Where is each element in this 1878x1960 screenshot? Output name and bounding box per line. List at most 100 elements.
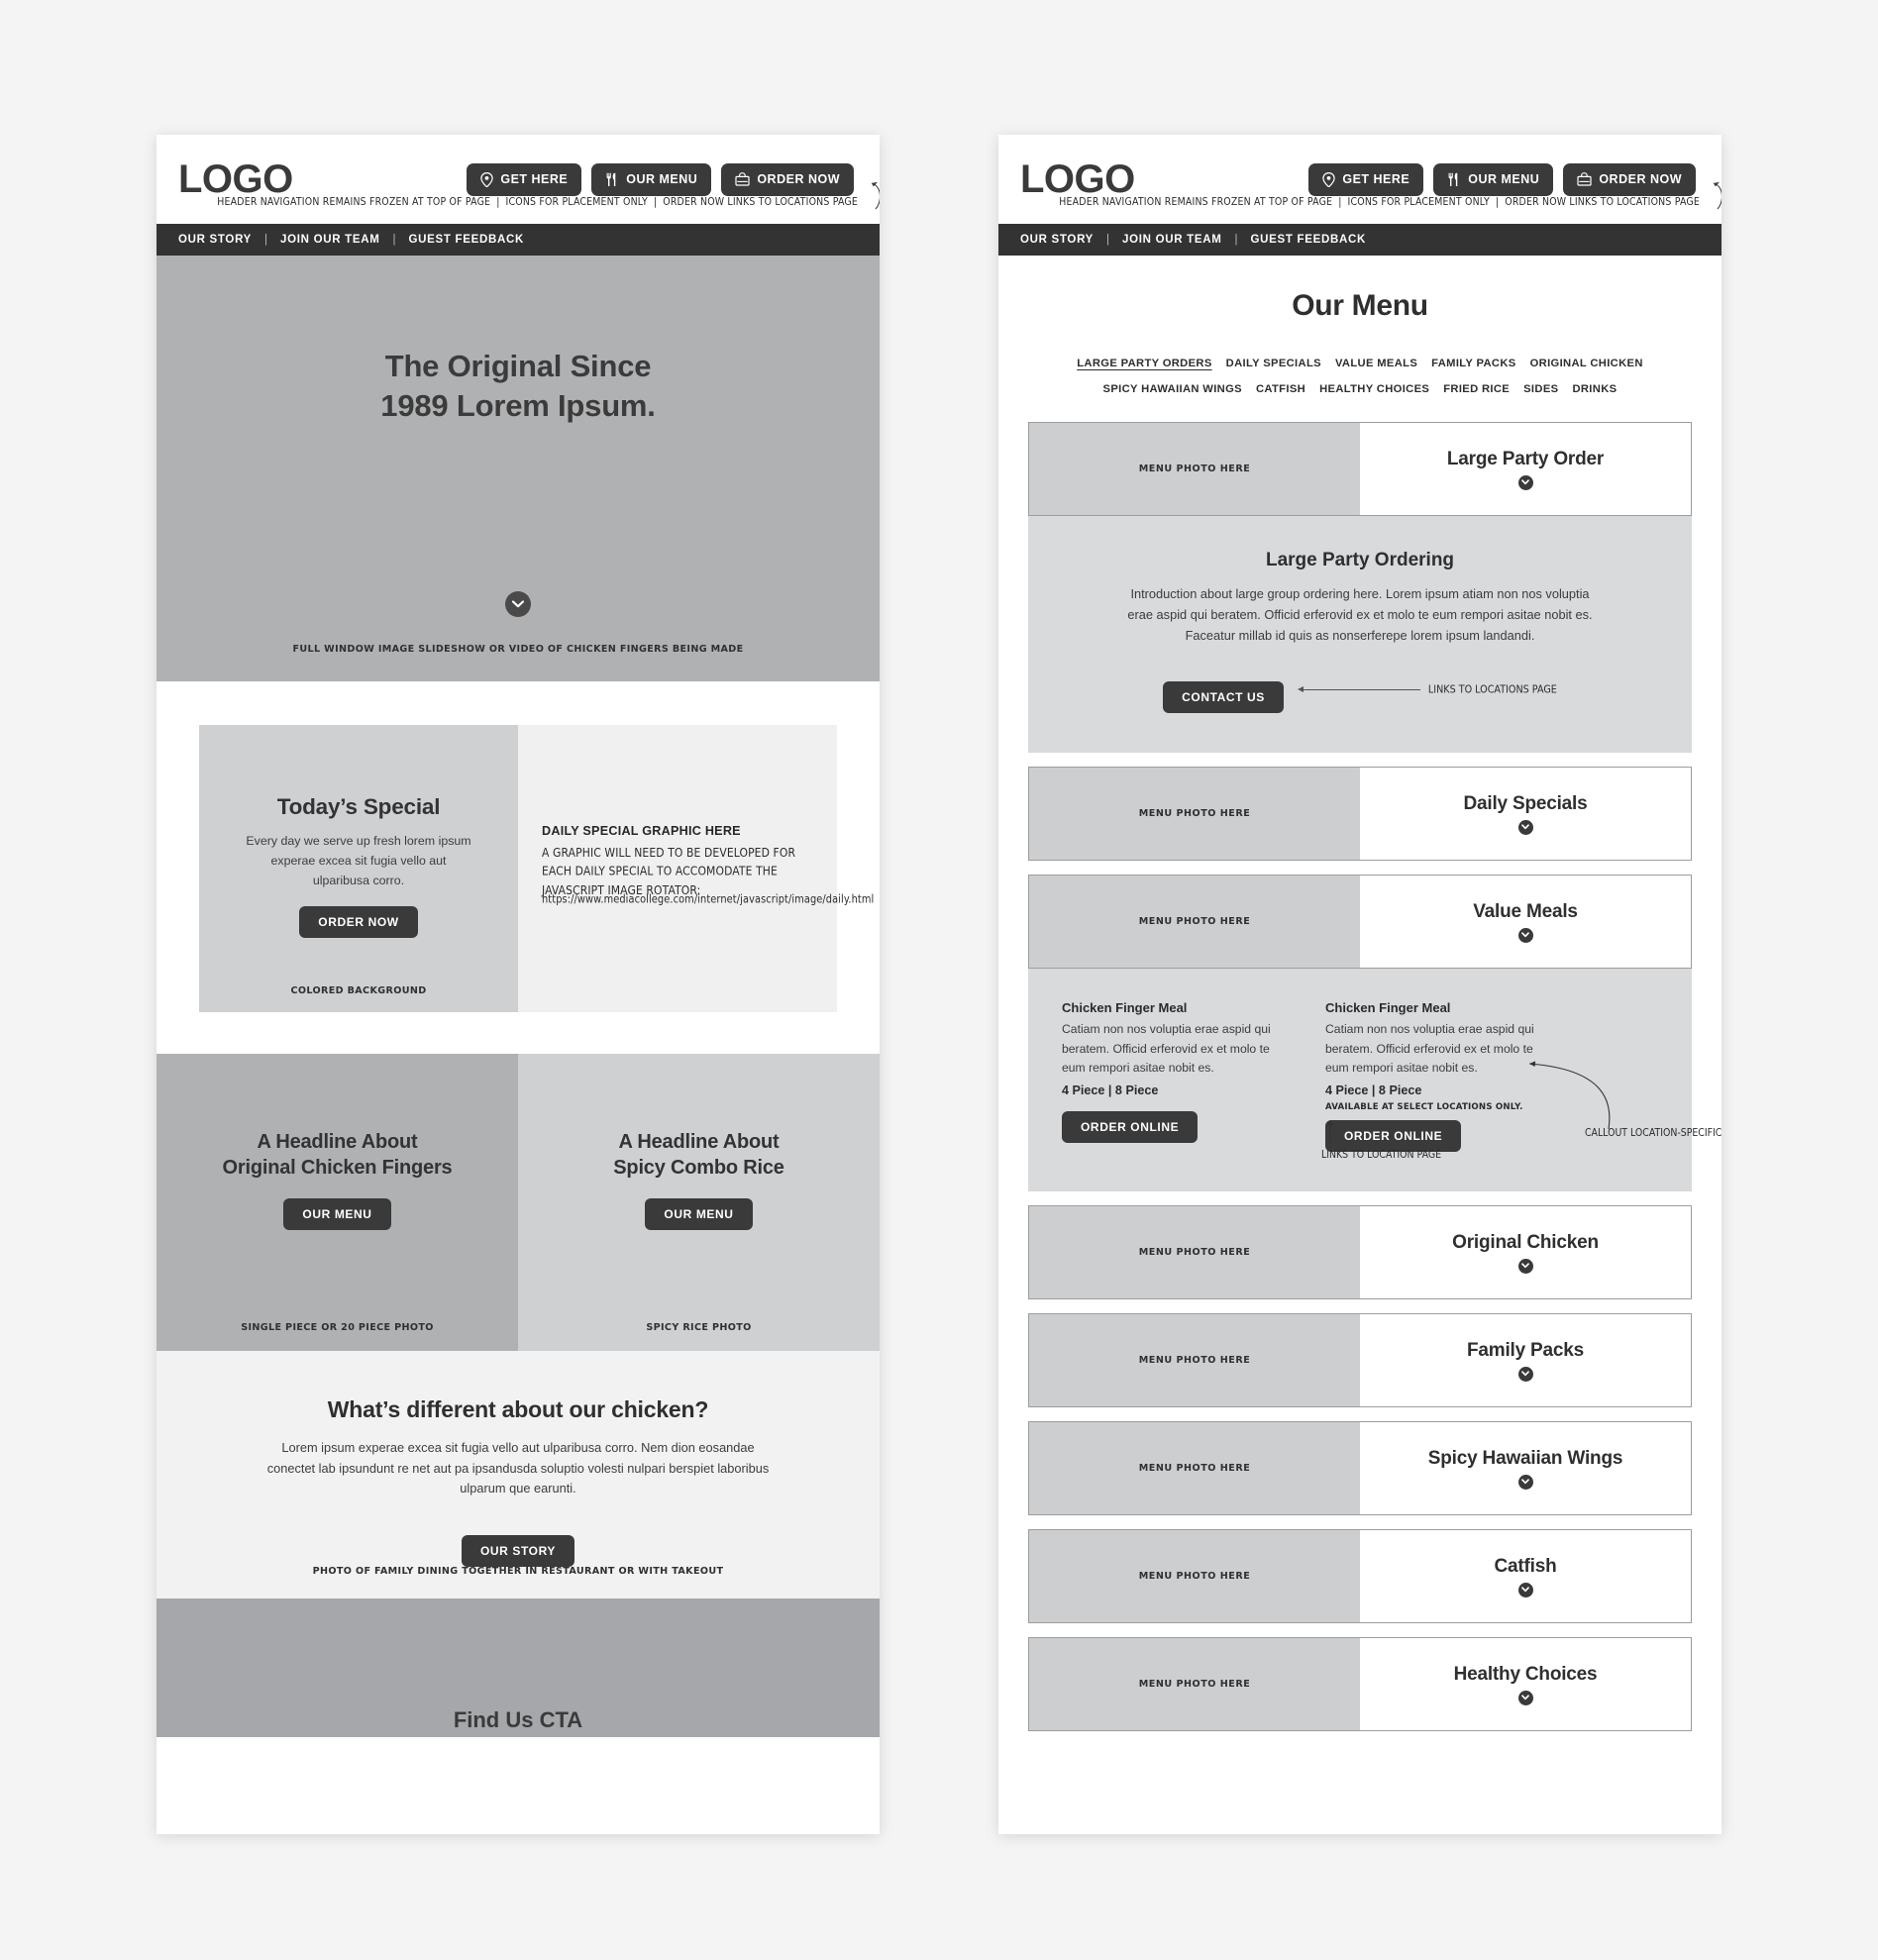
menu-category-original-chicken[interactable]: ORIGINAL CHICKEN: [1530, 358, 1643, 369]
accordion-row-catfish[interactable]: MENU PHOTO HERE Catfish: [1028, 1529, 1692, 1624]
daily-special-graphic-url: https://www.mediacollege.com/internet/ja…: [542, 893, 875, 907]
nav-separator: |: [392, 234, 396, 246]
menu-category-daily-specials[interactable]: DAILY SPECIALS: [1226, 358, 1321, 369]
our-menu-button[interactable]: OUR MENU: [1433, 162, 1554, 196]
hero-headline-line1: The Original Since: [384, 349, 652, 383]
menu-photo-placeholder: MENU PHOTO HERE: [1029, 423, 1360, 516]
order-now-cta-button[interactable]: ORDER NOW: [299, 906, 418, 939]
our-menu-cta-button[interactable]: OUR MENU: [283, 1198, 391, 1230]
primary-nav: OUR STORY | JOIN OUR TEAM | GUEST FEEDBA…: [156, 224, 880, 256]
accordion-title: Spicy Hawaiian Wings: [1427, 1447, 1623, 1469]
chevron-down-circle-icon[interactable]: [1517, 474, 1533, 490]
get-here-label: GET HERE: [1342, 172, 1410, 186]
menu-photo-label: MENU PHOTO HERE: [1138, 464, 1251, 475]
annotation-separator: |: [496, 196, 500, 209]
accordion-row-family-packs[interactable]: MENU PHOTO HERE Family Packs: [1028, 1313, 1692, 1408]
location-pin-icon: [1322, 171, 1336, 187]
feature-headline-line2: Original Chicken Fingers: [222, 1157, 453, 1179]
accordion-label-wrap: Spicy Hawaiian Wings: [1360, 1422, 1691, 1514]
whats-different-caption: PHOTO OF FAMILY DINING TOGETHER IN RESTA…: [312, 1566, 724, 1577]
logo: LOGO: [1020, 157, 1135, 201]
order-online-button[interactable]: ORDER ONLINE: [1062, 1111, 1199, 1144]
menu-accordion-list: MENU PHOTO HERE Large Party Order Large …: [998, 422, 1722, 1765]
accordion-row-original-chicken[interactable]: MENU PHOTO HERE Original Chicken: [1028, 1205, 1692, 1300]
nav-item-join-our-team[interactable]: JOIN OUR TEAM: [280, 234, 379, 246]
menu-photo-placeholder: MENU PHOTO HERE: [1029, 876, 1360, 969]
accordion-row-large-party-order[interactable]: MENU PHOTO HERE Large Party Order: [1028, 422, 1692, 517]
menu-category-large-party-orders[interactable]: LARGE PARTY ORDERS: [1077, 358, 1211, 369]
annotation-frozen-nav: HEADER NAVIGATION REMAINS FROZEN AT TOP …: [217, 196, 491, 209]
order-now-button[interactable]: ORDER NOW: [1563, 162, 1696, 196]
chevron-down-circle-icon[interactable]: [1517, 1258, 1533, 1274]
nav-item-join-our-team[interactable]: JOIN OUR TEAM: [1122, 234, 1221, 246]
menu-category-spicy-hawaiian-wings[interactable]: SPICY HAWAIIAN WINGS: [1103, 383, 1242, 395]
menu-category-healthy-choices[interactable]: HEALTHY CHOICES: [1319, 383, 1429, 395]
accordion-title: Catfish: [1494, 1555, 1557, 1577]
page-title: Our Menu: [1292, 289, 1428, 322]
find-us-cta-title: Find Us CTA: [453, 1707, 583, 1732]
order-now-label: ORDER NOW: [1599, 172, 1682, 186]
our-menu-button[interactable]: OUR MENU: [591, 162, 712, 196]
menu-category-drinks[interactable]: DRINKS: [1572, 383, 1617, 395]
chevron-down-circle-icon[interactable]: [1517, 1474, 1533, 1490]
fork-knife-icon: [605, 172, 619, 187]
shopping-bag-icon: [1577, 172, 1592, 186]
accordion-row-healthy-choices[interactable]: MENU PHOTO HERE Healthy Choices: [1028, 1637, 1692, 1732]
colored-background-caption: COLORED BACKGROUND: [290, 985, 427, 996]
accordion-title: Daily Specials: [1463, 792, 1588, 814]
our-menu-label: OUR MENU: [626, 172, 698, 186]
menu-category-family-packs[interactable]: FAMILY PACKS: [1431, 358, 1515, 369]
accordion-label-wrap: Catfish: [1360, 1530, 1691, 1622]
nav-item-guest-feedback[interactable]: GUEST FEEDBACK: [1251, 234, 1367, 246]
nav-item-our-story[interactable]: OUR STORY: [178, 234, 252, 246]
menu-photo-placeholder: MENU PHOTO HERE: [1029, 1638, 1360, 1731]
feature-column-original-chicken: A Headline About Original Chicken Finger…: [156, 1054, 518, 1351]
menu-category-value-meals[interactable]: VALUE MEALS: [1335, 358, 1417, 369]
get-here-button[interactable]: GET HERE: [467, 162, 582, 196]
accordion-label-wrap: Family Packs: [1360, 1314, 1691, 1406]
hero-headline: The Original Since 1989 Lorem Ipsum.: [380, 347, 656, 425]
todays-special-title: Today’s Special: [276, 794, 441, 819]
chevron-down-circle-icon[interactable]: [1517, 1366, 1533, 1382]
our-menu-label: OUR MENU: [1468, 172, 1540, 186]
get-here-button[interactable]: GET HERE: [1308, 162, 1424, 196]
chevron-down-circle-icon[interactable]: [1517, 819, 1533, 835]
chevron-down-circle-icon[interactable]: [1517, 1582, 1533, 1598]
menu-photo-placeholder: MENU PHOTO HERE: [1029, 768, 1360, 861]
accordion-label-wrap: Large Party Order: [1360, 423, 1691, 515]
daily-special-graphic-title: DAILY SPECIAL GRAPHIC HERE: [542, 824, 741, 838]
large-party-ordering-title: Large Party Ordering: [1265, 550, 1455, 571]
chevron-down-circle-icon[interactable]: [1517, 1690, 1533, 1705]
meal-item-2: Chicken Finger Meal Catiam non nos volup…: [1321, 1000, 1722, 1162]
our-menu-cta-button[interactable]: OUR MENU: [645, 1198, 753, 1230]
accordion-row-daily-specials[interactable]: MENU PHOTO HERE Daily Specials: [1028, 767, 1692, 862]
feature-headline-line2: Spicy Combo Rice: [613, 1157, 784, 1179]
annotation-separator: |: [1495, 196, 1500, 209]
accordion-label-wrap: Original Chicken: [1360, 1206, 1691, 1298]
menu-photo-label: MENU PHOTO HERE: [1138, 808, 1251, 820]
annotation-links-to-location-page: LINKS TO LOCATION PAGE: [1321, 1149, 1442, 1162]
accordion-row-spicy-hawaiian-wings[interactable]: MENU PHOTO HERE Spicy Hawaiian Wings: [1028, 1421, 1692, 1516]
daily-special-graphic-area: DAILY SPECIAL GRAPHIC HERE A GRAPHIC WIL…: [518, 725, 875, 1012]
annotation-order-now-link: ORDER NOW LINKS TO LOCATIONS PAGE: [1505, 196, 1700, 209]
chevron-down-circle-icon[interactable]: [505, 591, 531, 617]
our-story-cta-button[interactable]: OUR STORY: [461, 1535, 575, 1568]
todays-special-section: Today’s Special Every day we serve up fr…: [156, 681, 880, 1054]
menu-category-catfish[interactable]: CATFISH: [1256, 383, 1305, 395]
contact-us-button[interactable]: CONTACT US: [1163, 681, 1284, 714]
menu-page-wireframe-panel: LOGO GET HERE OUR MENU ORDER NOW HEADER …: [998, 135, 1722, 1834]
feature-columns: A Headline About Original Chicken Finger…: [156, 1054, 880, 1351]
logo: LOGO: [178, 157, 293, 201]
chevron-down-circle-icon[interactable]: [1517, 927, 1533, 943]
menu-category-sides[interactable]: SIDES: [1523, 383, 1558, 395]
feature-headline-line1: A Headline About: [618, 1131, 780, 1153]
order-online-button[interactable]: ORDER ONLINE: [1325, 1120, 1462, 1153]
menu-category-fried-rice[interactable]: FRIED RICE: [1443, 383, 1510, 395]
annotation-line: [1303, 688, 1420, 690]
site-header: LOGO GET HERE OUR MENU ORDER NOW HEADER …: [998, 135, 1722, 224]
annotation-icons-placement: ICONS FOR PLACEMENT ONLY: [1347, 196, 1490, 209]
order-now-button[interactable]: ORDER NOW: [721, 162, 854, 196]
nav-item-our-story[interactable]: OUR STORY: [1020, 234, 1094, 246]
nav-item-guest-feedback[interactable]: GUEST FEEDBACK: [409, 234, 525, 246]
accordion-row-value-meals[interactable]: MENU PHOTO HERE Value Meals: [1028, 875, 1692, 970]
